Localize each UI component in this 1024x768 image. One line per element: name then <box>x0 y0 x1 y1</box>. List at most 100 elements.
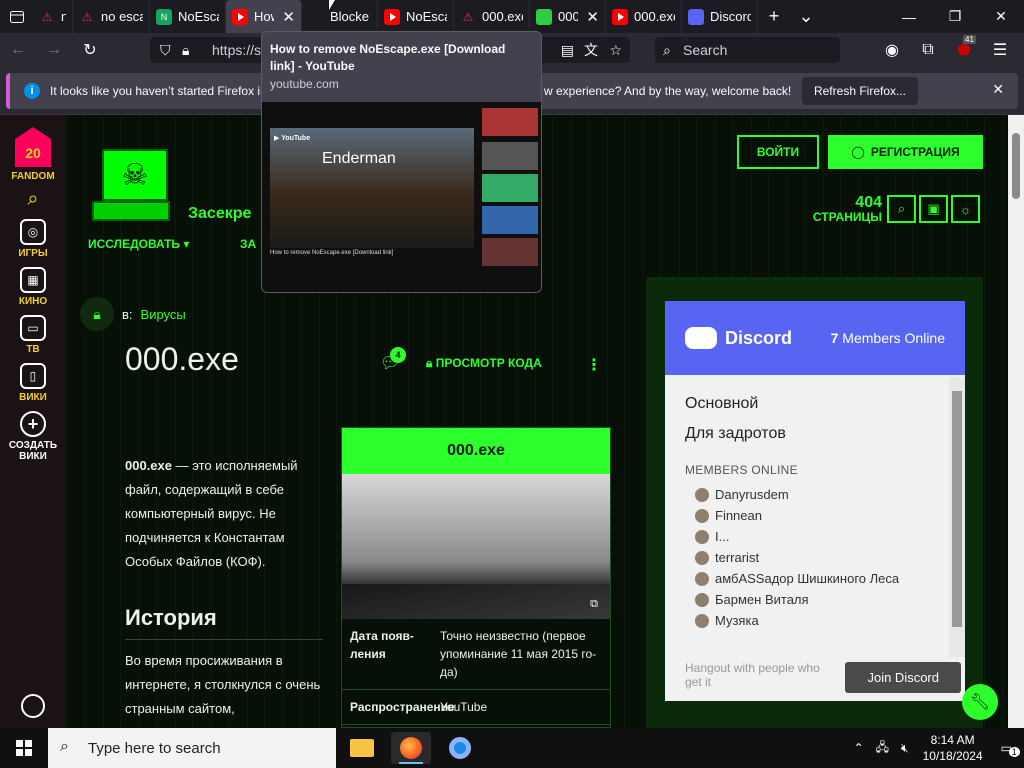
rail-movies[interactable]: ▦ КИНО <box>19 267 47 307</box>
translate-icon[interactable]: 文 <box>584 40 598 60</box>
tab-3[interactable]: N NoEsca <box>150 0 226 33</box>
tab-5[interactable]: Blocke <box>302 0 378 33</box>
breadcrumb-link[interactable]: Вирусы <box>141 307 186 322</box>
window-list-icon <box>9 10 24 23</box>
list-tabs-button[interactable]: ⌄ <box>790 6 822 27</box>
discord-channel[interactable]: Для задротов <box>685 425 945 443</box>
tab-1[interactable]: ⚠ no esca <box>33 0 73 33</box>
menu-icon[interactable]: ☰ <box>982 33 1018 67</box>
tab-7[interactable]: ⚠ 000.exe <box>454 0 530 33</box>
discord-widget: Discord 7 Members Online Основной Для за… <box>665 301 965 701</box>
reader-view-icon[interactable]: ▤ <box>561 42 574 59</box>
search-icon[interactable]: ⌕ <box>27 188 38 211</box>
page-scrollbar[interactable] <box>1008 115 1024 728</box>
tab-overview-button[interactable] <box>0 0 33 33</box>
nav-menu-item[interactable]: ЗА <box>240 237 256 251</box>
maximize-button[interactable]: ❐ <box>932 8 978 25</box>
register-button[interactable]: ◯ РЕГИСТРАЦИЯ <box>828 135 983 169</box>
start-button[interactable] <box>0 728 48 768</box>
infobox-row: Дата появ­ления Точно неизвестно (первое … <box>342 619 610 690</box>
close-notification-icon[interactable]: ✕ <box>992 81 1004 98</box>
url-text[interactable]: https://s <box>212 42 261 58</box>
pages-count: 404 СТРАНИЦЫ <box>812 194 882 225</box>
tab-10[interactable]: Discord <box>682 0 758 33</box>
tab-9[interactable]: 000.exe <box>606 0 682 33</box>
discord-member[interactable]: Finnean <box>685 508 945 523</box>
wiki-logo-skull-icon[interactable]: ☠ <box>102 149 168 201</box>
close-window-button[interactable]: ✕ <box>978 8 1024 25</box>
minimize-button[interactable]: — <box>886 9 932 25</box>
firefox-taskbar-icon[interactable] <box>391 732 431 764</box>
tab-title: Discord <box>710 9 751 24</box>
members-heading: MEMBERS ONLINE <box>685 463 798 477</box>
rail-games[interactable]: ◎ ИГРЫ <box>18 219 48 259</box>
plus-icon: + <box>19 411 46 437</box>
discord-logo[interactable]: Discord <box>685 327 792 349</box>
infobox-row: Распространение YouTube <box>342 690 610 725</box>
discord-member[interactable]: Бармен Виталя <box>685 592 945 607</box>
avatar <box>695 508 709 523</box>
fandom-logo[interactable]: 20 <box>15 127 51 167</box>
tab-2[interactable]: ⚠ no esca <box>73 0 150 33</box>
tab-title: 000.exe <box>482 9 523 24</box>
close-tab-icon[interactable]: ✕ <box>586 8 599 26</box>
discord-member[interactable]: terrarist <box>685 550 945 565</box>
clock[interactable]: 8:14 AM 10/18/2024 <box>923 732 983 764</box>
bookmark-star-icon[interactable]: ☆ <box>609 42 622 59</box>
rail-create-wiki[interactable]: + СОЗДАТЬ ВИКИ <box>9 411 57 462</box>
login-button[interactable]: ВОЙТИ <box>737 135 819 169</box>
extensions-icon[interactable]: ⧉ <box>910 33 946 67</box>
lock-icon[interactable]: 🔒︎ <box>182 42 189 59</box>
tab-title: no esca <box>61 9 66 24</box>
notifications-icon[interactable]: ▭ 1 <box>1001 741 1020 757</box>
rail-wikis[interactable]: ▯ ВИКИ <box>19 363 47 403</box>
account-icon[interactable]: ◉ <box>874 33 910 67</box>
theme-toggle-icon[interactable]: ☼ <box>951 195 980 223</box>
fandom-global-nav: 20 FANDOM ⌕ ◎ ИГРЫ ▦ КИНО ▭ ТВ ▯ ВИКИ + СОЗД… <box>0 115 66 728</box>
expand-image-icon[interactable]: ⧉ <box>590 598 598 611</box>
ublock-icon[interactable]: ⬟ 41 <box>946 33 982 67</box>
discord-member[interactable]: Музяка <box>685 613 945 628</box>
explore-menu[interactable]: ИССЛЕДОВАТЬ ▾ <box>88 237 189 251</box>
tracking-shield-icon[interactable]: ⛉ <box>160 42 171 59</box>
members-online-count: 7 Members Online <box>830 330 945 346</box>
wrench-icon[interactable]: 🔧︎ <box>962 684 998 720</box>
chrome-taskbar-icon[interactable] <box>440 732 480 764</box>
user-avatar-icon[interactable] <box>21 694 45 718</box>
taskbar-search[interactable]: ⌕ Type here to search <box>48 728 336 768</box>
reload-button[interactable]: ↻ <box>72 33 108 67</box>
discord-scrollbar[interactable] <box>949 377 965 657</box>
volume-muted-icon[interactable]: 🔇︎ <box>901 741 909 756</box>
more-actions-icon[interactable]: ⋮ <box>586 355 602 375</box>
new-tab-button[interactable]: + <box>758 6 790 27</box>
forward-button[interactable]: → <box>36 33 72 67</box>
back-button[interactable]: ← <box>0 33 36 67</box>
discussions-icon[interactable]: ▣ <box>919 195 948 223</box>
search-icon[interactable]: ⌕ <box>887 195 916 223</box>
tab-4-active[interactable]: How ✕ <box>226 0 302 33</box>
fandom-icon: ⚠ <box>41 9 53 24</box>
file-explorer-icon[interactable] <box>342 732 382 764</box>
film-icon: ▦ <box>19 267 46 293</box>
wiki-name[interactable]: Засекре <box>188 205 251 223</box>
infobox-image[interactable]: ⧉ <box>342 474 610 619</box>
network-icon[interactable]: 🖧︎ <box>876 738 889 759</box>
refresh-firefox-button[interactable]: Refresh Firefox... <box>801 77 918 105</box>
rail-tv[interactable]: ▭ ТВ <box>20 315 46 355</box>
view-source-button[interactable]: 🔒︎ ПРОСМОТР КОДА <box>426 356 542 371</box>
join-discord-button[interactable]: Join Discord <box>845 662 961 693</box>
fandom-icon: ⚠ <box>81 9 93 24</box>
discord-member[interactable]: I... <box>685 529 945 544</box>
tab-6[interactable]: NoEsca <box>378 0 454 33</box>
discord-channel[interactable]: Основной <box>685 395 945 413</box>
section-heading: История <box>125 605 323 640</box>
preview-url: youtube.com <box>270 77 339 91</box>
lock-icon: 🔒︎ <box>426 356 433 370</box>
close-tab-icon[interactable]: ✕ <box>282 8 295 26</box>
discord-member[interactable]: Danyrusdem <box>685 487 945 502</box>
tab-8[interactable]: 000. ✕ <box>530 0 606 33</box>
show-hidden-icons[interactable]: ⌃ <box>854 741 864 755</box>
discord-member[interactable]: амбASSадор Шишкиного Леса <box>685 571 945 586</box>
search-bar[interactable]: ⌕ Search <box>655 37 840 63</box>
talk-icon[interactable]: 💬︎ 4 <box>380 347 406 373</box>
